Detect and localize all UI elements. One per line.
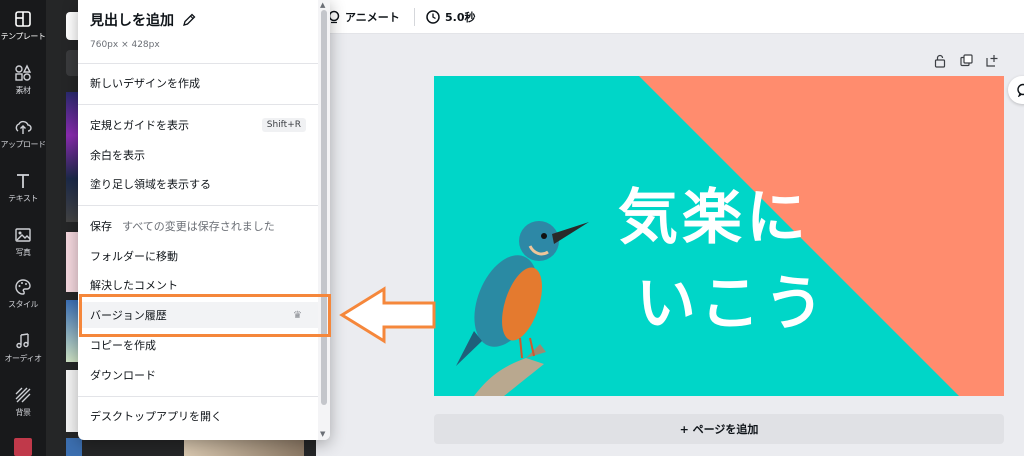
elements-icon (15, 64, 32, 81)
menu-item-open-desktop-app[interactable]: デスクトップアプリを開く (78, 403, 318, 429)
template-thumbnail[interactable] (184, 438, 304, 456)
duration-button[interactable]: 5.0秒 (426, 9, 476, 25)
pencil-icon[interactable] (182, 13, 196, 27)
menu-divider (78, 63, 318, 64)
menu-item-save[interactable]: 保存 すべての変更は保存されました (78, 213, 318, 239)
rail-item-photos[interactable]: 写真 (0, 226, 46, 258)
shortcut-badge: Shift+R (261, 118, 306, 132)
menu-item-show-rulers[interactable]: 定規とガイドを表示 Shift+R (78, 112, 318, 138)
left-rail: テンプレート 素材 アップロード テキスト 写真 スタイル オーディオ 背景 (0, 0, 46, 456)
duplicate-page-button[interactable] (960, 54, 973, 70)
background-icon (15, 387, 31, 403)
rail-label: テキスト (8, 194, 38, 203)
text-icon (17, 174, 29, 188)
canvas-heading-line2[interactable]: いこう (636, 274, 828, 334)
scroll-up-arrow-icon[interactable]: ▲ (320, 1, 325, 9)
rail-label: 素材 (15, 86, 32, 95)
add-page-button[interactable]: + ページを追加 (434, 414, 1004, 444)
menu-design-title[interactable]: 見出しを追加 (90, 10, 196, 30)
menu-divider (78, 205, 318, 206)
scroll-down-arrow-icon[interactable]: ▼ (320, 430, 325, 438)
music-icon (16, 333, 29, 349)
menu-item-label: 新しいデザインを作成 (90, 77, 200, 90)
add-page-icon-button[interactable] (986, 54, 999, 70)
upload-icon (15, 120, 32, 134)
rail-item-background[interactable]: 背景 (0, 386, 46, 418)
menu-item-new-design[interactable]: 新しいデザインを作成 (78, 70, 318, 96)
animate-label: アニメート (345, 11, 400, 24)
rail-label: オーディオ (4, 354, 42, 363)
menu-item-label: ダウンロード (90, 369, 156, 382)
menu-scrollbar[interactable]: ▲ ▼ (318, 0, 330, 440)
rail-item-text[interactable]: テキスト (0, 172, 46, 204)
rail-item-upload[interactable]: アップロード (0, 118, 46, 150)
menu-item-move-folder[interactable]: フォルダーに移動 (78, 243, 318, 269)
menu-item-label: 定規とガイドを表示 (90, 119, 189, 132)
rail-item-styles[interactable]: スタイル (0, 278, 46, 310)
rail-label: アップロード (0, 140, 47, 149)
scroll-thumb[interactable] (321, 10, 327, 405)
kingfisher-bird-image (456, 221, 589, 396)
menu-item-label: 塗り足し領域を表示する (90, 178, 211, 191)
rail-label: 背景 (15, 408, 32, 417)
rail-item-templates[interactable]: テンプレート (0, 10, 46, 42)
toolbar-divider (414, 8, 415, 26)
menu-item-download[interactable]: ダウンロード (78, 362, 318, 388)
menu-item-label: フォルダーに移動 (90, 250, 178, 263)
rail-label: スタイル (8, 300, 39, 309)
menu-item-label: デスクトップアプリを開く (90, 410, 222, 423)
menu-divider (78, 104, 318, 105)
animate-button[interactable]: アニメート (328, 9, 400, 25)
menu-item-label: 解決したコメント (90, 279, 178, 292)
menu-item-label: 保存 (90, 220, 112, 233)
rail-item-elements[interactable]: 素材 (0, 64, 46, 96)
menu-divider (78, 396, 318, 397)
menu-item-label: コピーを作成 (90, 339, 156, 352)
clock-icon (426, 10, 440, 24)
photo-icon (15, 228, 31, 242)
design-canvas[interactable]: 気楽に いこう (434, 76, 1004, 396)
rail-label: テンプレート (0, 32, 46, 41)
lock-page-button[interactable] (934, 54, 946, 71)
side-assistant-button[interactable] (1008, 76, 1024, 104)
file-menu: 見出しを追加 760px × 428px 新しいデザインを作成 定規とガイドを表… (78, 0, 330, 440)
duration-label: 5.0秒 (445, 11, 476, 24)
palette-icon (15, 279, 31, 295)
add-page-icon (986, 55, 998, 67)
comment-icon (1017, 83, 1024, 97)
design-dimensions: 760px × 428px (90, 40, 160, 50)
rail-thumbnail[interactable] (14, 438, 32, 456)
design-title-text: 見出しを追加 (90, 13, 174, 29)
duplicate-icon (960, 54, 973, 67)
rail-label: 写真 (15, 248, 32, 257)
canvas-heading-line1[interactable]: 気楽に (618, 188, 810, 248)
menu-item-show-margins[interactable]: 余白を表示 (78, 142, 318, 168)
rail-item-audio[interactable]: オーディオ (0, 332, 46, 364)
unlock-icon (934, 54, 946, 68)
highlight-box (79, 294, 331, 337)
pointer-arrow-icon (339, 286, 436, 344)
template-icon (15, 11, 31, 27)
menu-item-show-bleed[interactable]: 塗り足し領域を表示する (78, 171, 318, 197)
menu-item-label: 余白を表示 (90, 149, 145, 162)
top-toolbar: アニメート 5.0秒 (316, 0, 1024, 34)
save-status-text: すべての変更は保存されました (122, 220, 275, 233)
template-thumbnail[interactable] (66, 438, 82, 456)
